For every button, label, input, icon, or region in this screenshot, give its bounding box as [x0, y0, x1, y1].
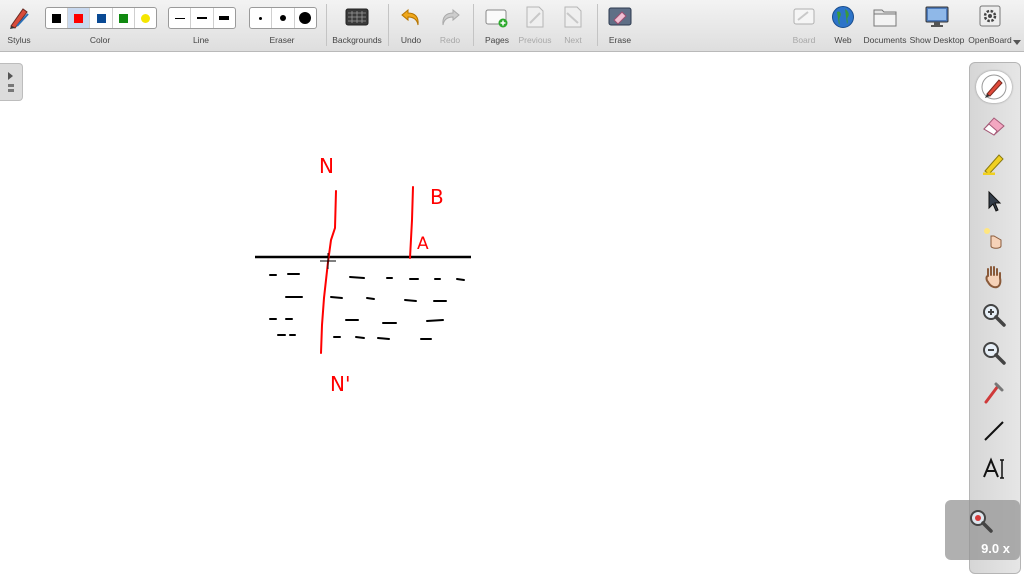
normal-line: [320, 190, 337, 354]
label-a: A: [417, 234, 429, 254]
line-tool-icon: [984, 421, 1004, 441]
undo-icon: [401, 8, 419, 26]
eraser-icon: [983, 117, 1005, 136]
backgrounds-icon: [345, 8, 369, 26]
hand-tool-button[interactable]: [976, 261, 1012, 293]
eraser-group: Eraser: [249, 0, 315, 51]
board-button[interactable]: Board: [785, 0, 823, 51]
zoom-out-icon: [983, 342, 1006, 365]
toolbar-divider: [326, 4, 327, 46]
pen-tool-button[interactable]: [976, 71, 1012, 103]
color-group: Color: [45, 0, 155, 51]
openboard-menu-button[interactable]: OpenBoard: [966, 0, 1014, 51]
highlighter-icon: [983, 154, 1004, 175]
label-b: B: [430, 185, 444, 209]
laser-tool-button[interactable]: [976, 223, 1012, 255]
capture-icon: [984, 382, 1004, 404]
board-icon: [793, 8, 815, 25]
redo-button[interactable]: Redo: [431, 0, 469, 51]
whiteboard-canvas[interactable]: N B A N': [0, 52, 1024, 576]
toolbar-divider: [388, 4, 389, 46]
capture-tool-button[interactable]: [976, 377, 1012, 409]
folder-icon: [873, 9, 897, 27]
line-group: Line: [168, 0, 234, 51]
hand-icon: [985, 266, 1002, 289]
crosshair-cursor-icon: [320, 253, 336, 269]
color-label: Color: [89, 35, 111, 45]
chevron-down-icon[interactable]: [1013, 40, 1021, 46]
zoom-in-tool-button[interactable]: [976, 299, 1012, 331]
previous-label: Previous: [518, 35, 552, 45]
eraser-tool-button[interactable]: [976, 109, 1012, 141]
pen-icon: [981, 74, 1007, 100]
erase-board-icon: [608, 7, 632, 26]
backgrounds-label: Backgrounds: [332, 35, 382, 45]
selector-tool-button[interactable]: [976, 185, 1012, 217]
label-n-prime: N': [330, 372, 351, 396]
monitor-icon: [925, 6, 949, 27]
highlighter-tool-button[interactable]: [976, 147, 1012, 179]
line-label: Line: [192, 35, 210, 45]
previous-page-icon: [526, 6, 544, 28]
web-button[interactable]: Web: [824, 0, 862, 51]
text-tool-icon: [983, 457, 1004, 479]
next-page-icon: [564, 6, 582, 28]
board-label: Board: [792, 35, 816, 45]
previous-page-button[interactable]: Previous: [516, 0, 554, 51]
pointer-icon: [988, 190, 1002, 212]
pages-label: Pages: [484, 35, 510, 45]
erase-button[interactable]: Erase: [601, 0, 639, 51]
openboard-label: OpenBoard: [968, 35, 1012, 45]
gear-icon: [979, 5, 1001, 27]
top-toolbar: Stylus Color Line Eraser Backgrounds Und…: [0, 0, 1024, 52]
undo-button[interactable]: Undo: [392, 0, 430, 51]
line-tool-button[interactable]: [976, 415, 1012, 447]
toolbar-divider: [473, 4, 474, 46]
show-desktop-label: Show Desktop: [909, 35, 965, 45]
label-n: N: [319, 154, 334, 178]
laser-pointer-icon: [984, 228, 1002, 249]
toolbar-divider: [597, 4, 598, 46]
web-label: Web: [834, 35, 852, 45]
redo-label: Redo: [439, 35, 461, 45]
stylus-button[interactable]: Stylus: [0, 0, 38, 51]
globe-icon: [832, 6, 854, 28]
zoom-indicator: 9.0 x: [945, 500, 1020, 560]
zoom-in-icon: [983, 304, 1006, 327]
eraser-label: Eraser: [269, 35, 295, 45]
next-label: Next: [564, 35, 582, 45]
pages-button[interactable]: Pages: [478, 0, 516, 51]
stylus-icon: [10, 8, 29, 29]
zoom-out-tool-button[interactable]: [976, 337, 1012, 369]
ray-ba-line: [409, 186, 414, 259]
documents-label: Documents: [863, 35, 907, 45]
stylus-label: Stylus: [7, 35, 31, 45]
add-page-icon: [485, 9, 508, 28]
next-page-button[interactable]: Next: [554, 0, 592, 51]
drawing-layer: [255, 186, 471, 354]
backgrounds-button[interactable]: Backgrounds: [330, 0, 384, 51]
text-tool-button[interactable]: [976, 453, 1012, 485]
zoom-level-text: 9.0 x: [981, 541, 1010, 556]
documents-button[interactable]: Documents: [862, 0, 908, 51]
redo-icon: [442, 8, 460, 26]
erase-label: Erase: [608, 35, 632, 45]
water-dashes: [269, 273, 465, 340]
undo-label: Undo: [400, 35, 422, 45]
zoom-indicator-icon: [970, 510, 993, 533]
tool-palette: [969, 62, 1021, 574]
show-desktop-button[interactable]: Show Desktop: [908, 0, 966, 51]
